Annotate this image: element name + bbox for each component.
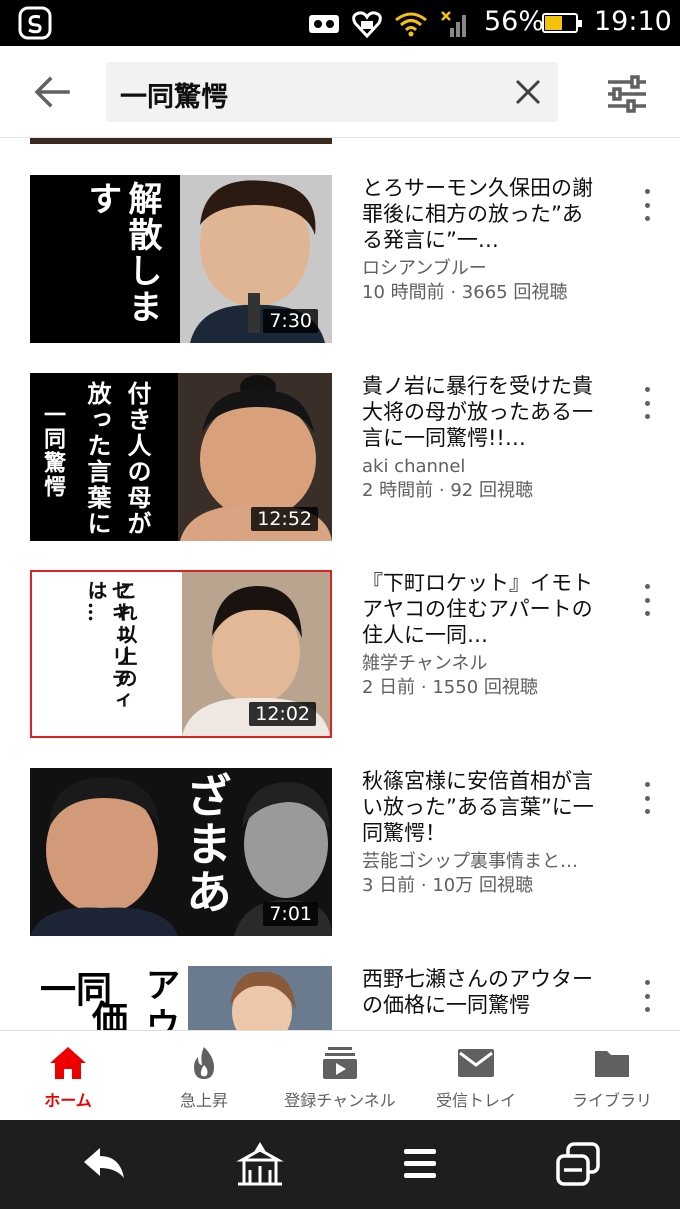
nav-label: 急上昇 — [179, 1091, 228, 1110]
thumbnail-caption: 価 — [92, 998, 129, 1030]
video-title[interactable]: 『下町ロケット』イモトアヤコの住むアパートの住人に一同… — [362, 570, 600, 648]
thumbnail-caption: 一同驚愕 — [40, 403, 66, 499]
mail-icon — [458, 1049, 494, 1077]
back-icon[interactable] — [80, 1140, 128, 1188]
video-title[interactable]: 西野七瀬さんのアウターの価格に一同驚愕 — [362, 966, 600, 1018]
video-thumbnail[interactable]: 一同 価 アウ — [30, 966, 332, 1030]
video-thumbnail[interactable]: 解散します 7:30 — [30, 175, 332, 343]
thumbnail-caption: ざまあ — [179, 772, 233, 916]
video-meta: 10 時間前 · 3665 回視聴 — [362, 282, 568, 303]
more-options-icon[interactable] — [638, 980, 656, 1012]
more-options-icon[interactable] — [638, 189, 656, 221]
video-thumbnail[interactable]: ざまあ 7:01 — [30, 768, 332, 936]
app-logo-icon — [18, 6, 52, 40]
video-meta: 3 日前 · 10万 回視聴 — [362, 875, 533, 896]
video-result[interactable]: ざまあ 7:01 秋篠宮様に安倍首相が言い放った”ある言葉”に一同驚愕！ 芸能ゴ… — [0, 768, 680, 936]
voicemail-icon — [309, 15, 339, 33]
more-options-icon[interactable] — [638, 782, 656, 814]
close-icon[interactable] — [514, 78, 542, 106]
video-info[interactable]: 西野七瀬さんのアウターの価格に一同驚愕 — [362, 966, 600, 1018]
home-icon — [50, 1047, 86, 1079]
search-input[interactable]: 一同驚愕 — [106, 62, 558, 122]
more-options-icon[interactable] — [638, 387, 656, 419]
video-meta: 2 時間前 · 92 回視聴 — [362, 480, 533, 501]
nav-label: 受信トレイ — [435, 1091, 516, 1110]
bottom-navigation: ホーム 急上昇 登録チャンネル 受信トレイ ライブラリ — [0, 1030, 680, 1120]
video-result[interactable]: 一同 価 アウ 西野七瀬さんのアウターの価格に一同驚愕 — [0, 966, 680, 1030]
video-title[interactable]: とろサーモン久保田の謝罪後に相方の放った”ある発言に”一… — [362, 175, 600, 253]
arrow-left-icon[interactable] — [30, 72, 74, 112]
search-header: 一同驚愕 — [0, 46, 680, 138]
nav-item-library[interactable]: ライブラリ — [562, 1031, 662, 1121]
clock: 19:10 — [594, 6, 672, 37]
thumbnail-caption: 付き人の母が — [123, 381, 152, 537]
video-title[interactable]: 貴ノ岩に暴行を受けた貴大将の母が放ったある一言に一同驚愕!!… — [362, 373, 600, 451]
video-result[interactable]: これ以上の セキュリティは… 12:02 『下町ロケット』イモトアヤコの住むアパ… — [0, 570, 680, 738]
thumbnail-caption: アウ — [146, 966, 180, 1030]
channel-name: aki channel — [362, 456, 466, 477]
video-info[interactable]: 『下町ロケット』イモトアヤコの住むアパートの住人に一同… 雑学チャンネル 2 日… — [362, 570, 600, 700]
nav-label: ホーム — [44, 1091, 92, 1110]
sliders-icon[interactable] — [606, 74, 648, 114]
home-temple-icon[interactable] — [236, 1140, 284, 1188]
battery-percent: 56% — [484, 6, 545, 37]
video-duration: 7:30 — [263, 309, 318, 333]
previous-video-thumbnail[interactable] — [30, 138, 332, 144]
thumbnail-caption: 放った言葉に — [83, 381, 112, 537]
video-result[interactable]: 解散します 7:30 とろサーモン久保田の謝罪後に相方の放った”ある発言に”一…… — [0, 175, 680, 343]
video-thumbnail[interactable]: 一同驚愕 放った言葉に 付き人の母が 12:52 — [30, 373, 332, 541]
heart-app-icon — [352, 11, 382, 38]
thumbnail-caption: 解散します — [82, 181, 162, 325]
wifi-icon — [395, 12, 427, 37]
nav-label: ライブラリ — [571, 1091, 652, 1110]
video-duration: 12:02 — [249, 702, 316, 726]
video-thumbnail[interactable]: これ以上の セキュリティは… 12:02 — [30, 570, 332, 738]
nav-item-trending[interactable]: 急上昇 — [156, 1031, 252, 1121]
flame-icon — [194, 1047, 214, 1079]
video-info[interactable]: とろサーモン久保田の謝罪後に相方の放った”ある発言に”一… ロシアンブルー 10… — [362, 175, 600, 305]
system-navigation-bar — [0, 1120, 680, 1209]
channel-name: 雑学チャンネル — [362, 653, 488, 674]
channel-name: ロシアンブルー — [362, 258, 487, 279]
nav-item-inbox[interactable]: 受信トレイ — [426, 1031, 526, 1121]
recent-apps-icon[interactable] — [554, 1140, 602, 1188]
video-result[interactable]: 一同驚愕 放った言葉に 付き人の母が 12:52 貴ノ岩に暴行を受けた貴大将の母… — [0, 373, 680, 541]
folder-icon — [595, 1051, 629, 1077]
search-query: 一同驚愕 — [120, 82, 228, 113]
video-info[interactable]: 秋篠宮様に安倍首相が言い放った”ある言葉”に一同驚愕！ 芸能ゴシップ裏事情まと…… — [362, 768, 600, 898]
more-options-icon[interactable] — [638, 584, 656, 616]
nav-item-home[interactable]: ホーム — [20, 1031, 116, 1121]
battery-icon — [542, 13, 582, 33]
video-meta: 2 日前 · 1550 回視聴 — [362, 677, 538, 698]
video-duration: 7:01 — [263, 902, 318, 926]
nav-label: 登録チャンネル — [284, 1091, 396, 1110]
video-title[interactable]: 秋篠宮様に安倍首相が言い放った”ある言葉”に一同驚愕！ — [362, 768, 600, 846]
menu-icon[interactable] — [396, 1140, 444, 1188]
thumbnail-caption: セキュリティは… — [84, 580, 132, 712]
channel-name: 芸能ゴシップ裏事情まと… — [362, 851, 578, 872]
results-list[interactable]: 解散します 7:30 とろサーモン久保田の謝罪後に相方の放った”ある発言に”一…… — [0, 138, 680, 1030]
video-duration: 12:52 — [251, 507, 318, 531]
subscriptions-icon — [323, 1047, 357, 1079]
signal-icon — [441, 11, 466, 37]
status-bar: 56% 19:10 — [0, 0, 680, 46]
nav-item-subscriptions[interactable]: 登録チャンネル — [276, 1031, 404, 1121]
video-info[interactable]: 貴ノ岩に暴行を受けた貴大将の母が放ったある一言に一同驚愕!!… aki chan… — [362, 373, 600, 503]
